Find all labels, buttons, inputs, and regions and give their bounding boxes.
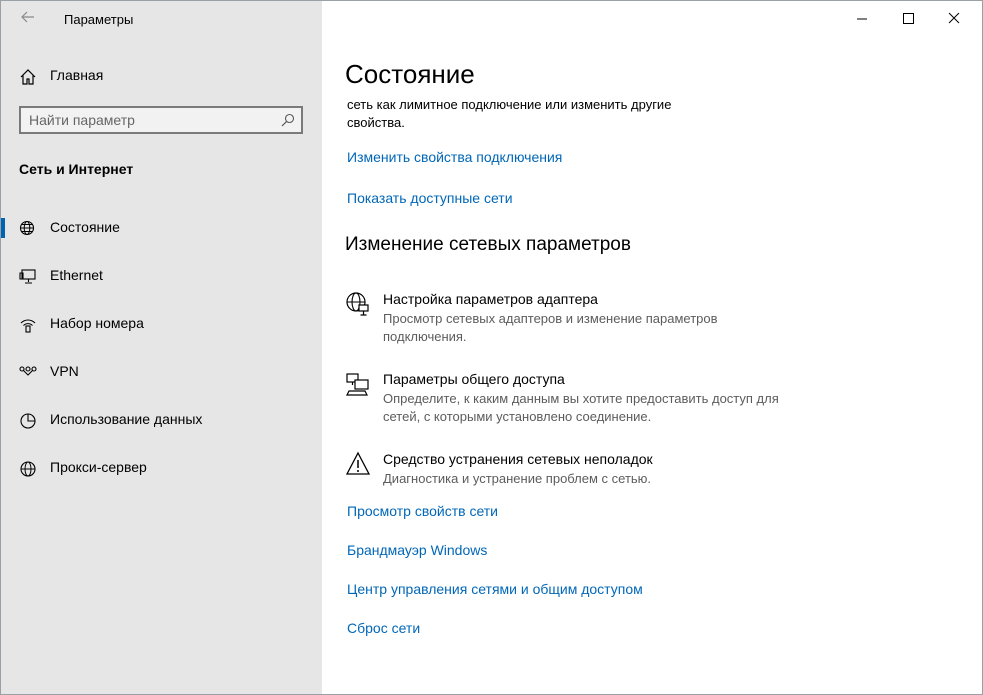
warning-icon [345, 451, 371, 477]
sidebar-item-home[interactable]: Главная [1, 56, 322, 96]
close-button[interactable] [931, 5, 977, 33]
sidebar-item-vpn[interactable]: VPN [1, 352, 322, 392]
page-title: Состояние [345, 59, 475, 89]
sidebar-item-label: Ethernet [50, 267, 103, 283]
sidebar-item-label: Прокси-сервер [50, 459, 147, 475]
description-text: сеть как лимитное подключение или измени… [347, 97, 672, 130]
sidebar-item-label: Состояние [50, 219, 120, 235]
sharing-options-option[interactable]: Параметры общего доступа Определите, к к… [345, 371, 785, 427]
option-description: Определите, к каким данным вы хотите пре… [383, 391, 779, 424]
troubleshooter-option[interactable]: Средство устранения сетевых неполадок Ди… [345, 451, 785, 491]
settings-window: Параметры Главная Сеть и Интернет Состоя… [0, 0, 983, 695]
option-description: Просмотр сетевых адаптеров и изменение п… [383, 311, 718, 344]
maximize-button[interactable] [885, 5, 931, 33]
close-icon [948, 12, 960, 24]
globe-monitor-icon [19, 220, 37, 238]
maximize-icon [903, 13, 914, 24]
data-usage-icon [19, 412, 37, 430]
section-heading: Изменение сетевых параметров [345, 234, 631, 255]
minimize-icon [857, 18, 867, 20]
sidebar-item-label: Главная [50, 67, 104, 83]
view-network-properties-link[interactable]: Просмотр свойств сети [347, 503, 498, 519]
sidebar-item-status[interactable]: Состояние [1, 208, 322, 248]
sidebar-item-ethernet[interactable]: Ethernet [1, 256, 322, 296]
network-reset-link[interactable]: Сброс сети [347, 620, 420, 636]
network-sharing-center-link[interactable]: Центр управления сетями и общим доступом [347, 581, 643, 597]
show-available-networks-link[interactable]: Показать доступные сети [347, 190, 513, 206]
adapter-settings-option[interactable]: Настройка параметров адаптера Просмотр с… [345, 291, 785, 347]
globe-icon [19, 460, 37, 478]
home-icon [19, 68, 37, 86]
adapter-icon [345, 291, 371, 317]
option-title: Средство устранения сетевых неполадок [383, 451, 653, 467]
sharing-icon [345, 371, 371, 397]
main-content: Состояние сеть как лимитное подключение … [322, 1, 982, 694]
vpn-icon [19, 364, 37, 382]
search-box[interactable] [19, 106, 303, 134]
option-description: Диагностика и устранение проблем с сетью… [383, 471, 652, 486]
minimize-button[interactable] [839, 5, 885, 33]
section-title: Сеть и Интернет [19, 161, 134, 177]
windows-firewall-link[interactable]: Брандмауэр Windows [347, 542, 487, 558]
sidebar-item-proxy[interactable]: Прокси-сервер [1, 448, 322, 488]
active-indicator [1, 218, 5, 238]
sidebar-item-label: VPN [50, 363, 79, 379]
search-icon[interactable] [281, 113, 295, 127]
option-title: Параметры общего доступа [383, 371, 565, 387]
window-title: Параметры [64, 12, 134, 27]
back-arrow-icon [21, 11, 34, 23]
sidebar-item-dialup[interactable]: Набор номера [1, 304, 322, 344]
sidebar-item-data-usage[interactable]: Использование данных [1, 400, 322, 440]
sidebar-item-label: Набор номера [50, 315, 144, 331]
change-connection-properties-link[interactable]: Изменить свойства подключения [347, 149, 562, 165]
option-title: Настройка параметров адаптера [383, 291, 598, 307]
sidebar-item-label: Использование данных [50, 411, 203, 427]
back-button[interactable] [15, 9, 41, 29]
dialup-icon [19, 316, 37, 334]
sidebar: Параметры Главная Сеть и Интернет Состоя… [1, 1, 322, 694]
ethernet-monitor-icon [19, 268, 37, 286]
search-input[interactable] [29, 111, 269, 129]
